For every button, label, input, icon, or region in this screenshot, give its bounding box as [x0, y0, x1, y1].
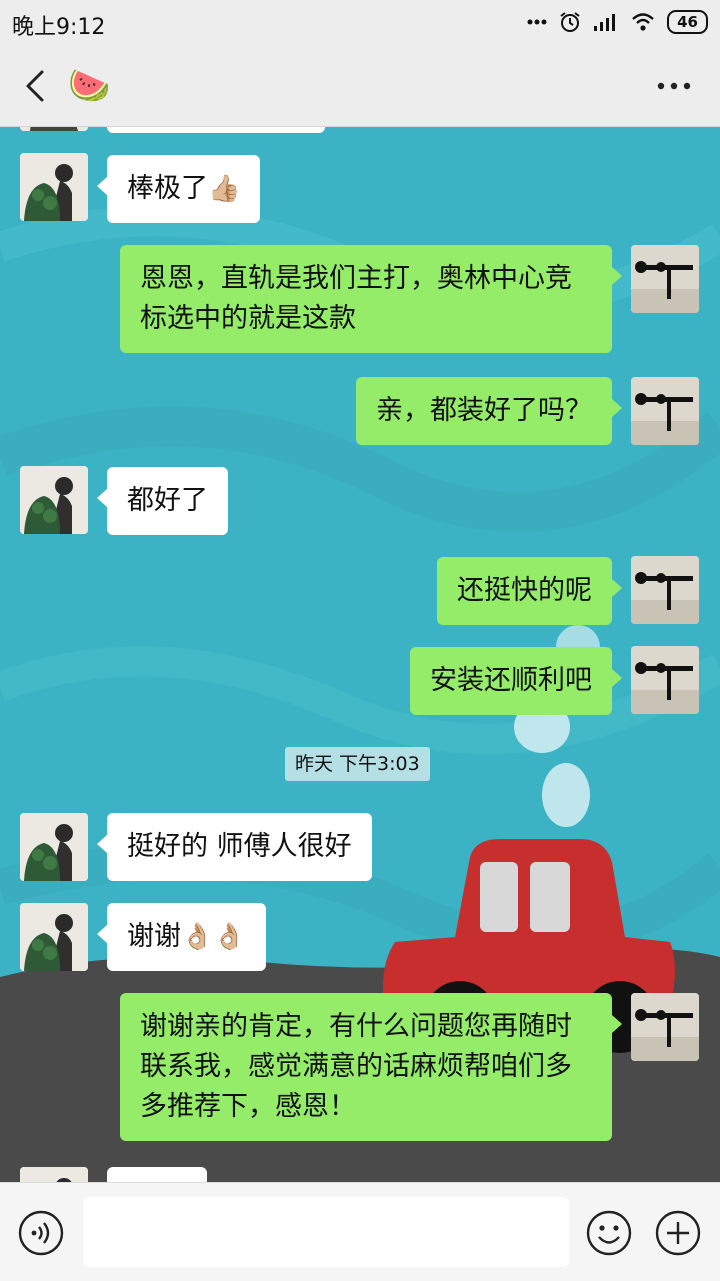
thumbs-up-icon: 👍🏼 [208, 174, 241, 204]
message-text: 谢谢 [127, 921, 181, 952]
status-icons: 46 [527, 10, 708, 34]
battery-icon: 46 [667, 10, 708, 34]
message-bubble[interactable]: 恩恩，直轨是我们主打，奥林中心竞标选中的就是这款 [120, 245, 622, 353]
message-text: 棒极了 [127, 173, 208, 204]
message-bubble[interactable]: 安装还顺利吧 [410, 647, 622, 715]
dots-icon [527, 19, 547, 25]
contact-avatar[interactable] [20, 466, 88, 534]
message-bubble[interactable]: 谢谢👌🏼👌🏼 [97, 903, 266, 971]
my-avatar[interactable] [631, 245, 699, 313]
avatar-partial-bottom[interactable] [20, 1167, 88, 1182]
message-bubble[interactable]: 还挺快的呢 [437, 557, 622, 625]
my-avatar[interactable] [631, 646, 699, 714]
message-bubble[interactable]: 都好了 [97, 467, 228, 535]
message-bubble-partial[interactable] [107, 127, 325, 133]
message-text: 安装还顺利吧 [430, 665, 592, 696]
message-text: 还挺快的呢 [457, 575, 592, 606]
message-timestamp: 昨天 下午3:03 [285, 747, 430, 781]
back-button[interactable] [20, 66, 50, 106]
status-bar: 晚上9:12 46 [0, 0, 720, 46]
alarm-icon [560, 12, 580, 32]
ok-hand-icon: 👌🏼👌🏼 [181, 922, 246, 952]
contact-avatar[interactable] [20, 813, 88, 881]
status-time: 晚上9:12 [12, 15, 106, 40]
chat-area[interactable]: 棒极了👍🏼 恩恩，直轨是我们主打，奥林中心竞标选中的就是这款 亲，都装好了吗？ … [0, 127, 720, 1182]
message-input[interactable] [83, 1197, 569, 1267]
message-text: 挺好的 师傅人很好 [127, 831, 352, 862]
message-text: 谢谢亲的肯定，有什么问题您再随时联系我，感觉满意的话麻烦帮咱们多多推荐下，感恩！ [140, 1011, 572, 1122]
more-options-button[interactable] [656, 66, 692, 106]
chat-header: 🍉 [0, 46, 720, 127]
my-avatar[interactable] [631, 377, 699, 445]
voice-input-button[interactable] [18, 1210, 64, 1256]
my-avatar[interactable] [631, 556, 699, 624]
my-avatar[interactable] [631, 993, 699, 1061]
input-bar [0, 1182, 720, 1281]
message-bubble[interactable]: 棒极了👍🏼 [96, 155, 261, 223]
message-text: 亲，都装好了吗？ [376, 395, 592, 426]
signal-icon [594, 14, 616, 31]
contact-name: 🍉 [68, 66, 111, 106]
message-bubble[interactable]: 谢谢亲的肯定，有什么问题您再随时联系我，感觉满意的话麻烦帮咱们多多推荐下，感恩！ [120, 993, 622, 1141]
message-bubble[interactable]: 亲，都装好了吗？ [356, 377, 622, 445]
message-bubble[interactable]: 挺好的 师傅人很好 [97, 813, 372, 881]
contact-avatar[interactable] [20, 903, 88, 971]
message-text: 恩恩，直轨是我们主打，奥林中心竞标选中的就是这款 [140, 263, 572, 334]
message-text: 都好了 [127, 485, 208, 516]
message-bubble-partial[interactable] [107, 1167, 207, 1182]
emoji-button[interactable] [586, 1210, 632, 1256]
wifi-icon [632, 13, 654, 31]
avatar-partial-top[interactable] [20, 127, 88, 131]
contact-avatar[interactable] [20, 153, 88, 221]
more-functions-button[interactable] [655, 1210, 701, 1256]
